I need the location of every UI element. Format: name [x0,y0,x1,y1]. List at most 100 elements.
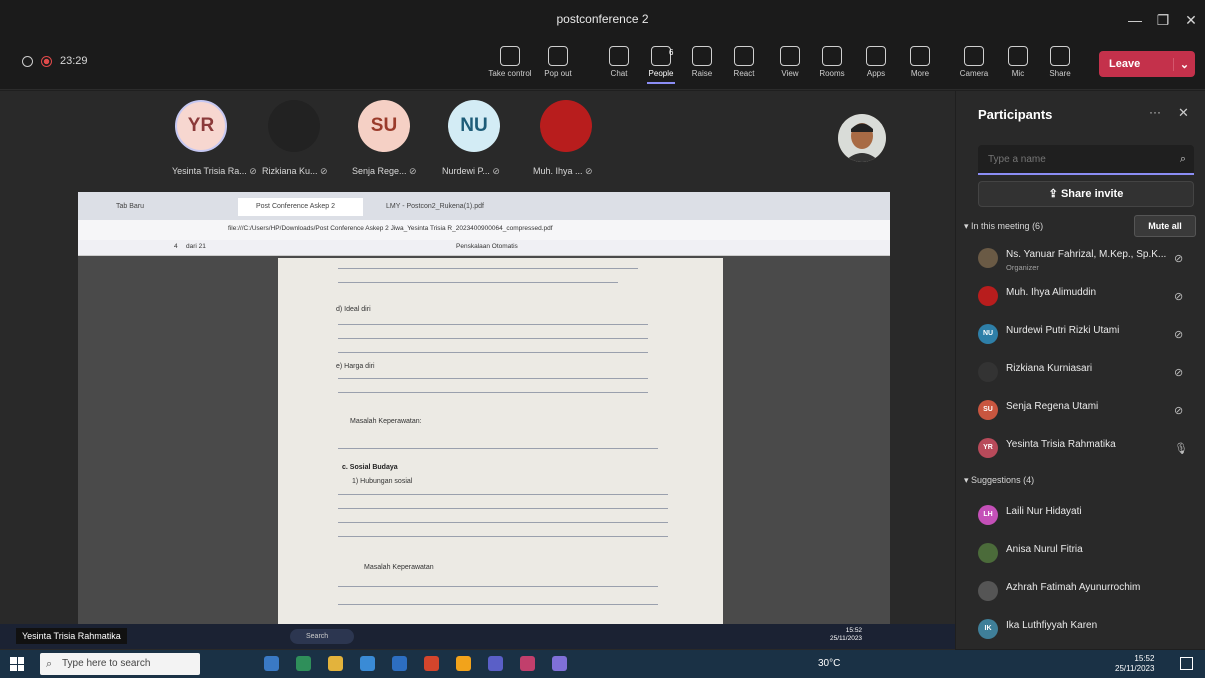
take-control-button[interactable]: Take control [486,46,534,78]
mute-all-button[interactable]: Mute all [1134,215,1196,237]
share-invite-button[interactable]: ⇪ Share invite [978,181,1194,207]
participant-avatar[interactable] [268,100,320,152]
in-meeting-header[interactable]: ▾ In this meeting (6) [964,221,1043,232]
participant-row[interactable]: NU Nurdewi Putri Rizki Utami ⊘ [978,320,1202,350]
windows-start-icon[interactable] [10,657,24,671]
more-options-icon[interactable]: ··· [1149,105,1161,119]
participant-row[interactable]: SU Senja Regena Utami ⊘ [978,396,1202,426]
doc-line: c. Sosial Budaya [342,464,398,471]
participant-search[interactable]: ⌕ [978,145,1194,175]
search-icon: ⌕ [46,658,53,670]
mic-on-icon[interactable]: 🎙 [1174,442,1188,455]
view-button[interactable]: View [766,46,814,78]
pop-out-button[interactable]: Pop out [534,46,582,78]
apps-button[interactable]: Apps [852,46,900,78]
raise-button[interactable]: Raise [678,46,726,78]
suggestion-row[interactable]: Anisa Nurul Fitria [978,539,1202,569]
mic-off-icon[interactable]: ⊘ [1174,290,1183,303]
share-icon [1050,46,1070,66]
close-icon[interactable]: ✕ [1180,9,1202,31]
participant-name: Senja Rege... [352,166,407,176]
pdf-page: d) Ideal diri e) Harga diri Masalah Kepe… [278,258,723,638]
share-button[interactable]: Share [1036,46,1084,78]
mic-off-icon[interactable]: ⊘ [1174,404,1183,417]
shared-screen[interactable]: Tab Baru Post Conference Askep 2 Jiwa_In… [78,192,890,638]
in-meeting-label: In this meeting (6) [971,221,1044,231]
notifications-icon[interactable] [1180,657,1193,670]
page-total: dari 21 [186,243,206,250]
suggestions-header[interactable]: ▾ Suggestions (4) [964,475,1034,486]
people-icon [651,46,671,66]
taskbar-search[interactable]: ⌕ Type here to search [40,653,200,675]
maximize-icon[interactable]: ❐ [1152,9,1174,31]
suggestion-row[interactable]: LH Laili Nur Hidayati [978,501,1202,531]
participant-avatar[interactable]: NU [448,100,500,152]
camera-button[interactable]: Camera [950,46,998,78]
raise-icon [692,46,712,66]
chrome-icon[interactable] [456,656,471,671]
participant-name: Nurdewi Putri Rizki Utami [1006,325,1120,336]
remote-search[interactable]: Search [290,629,354,644]
app-icon[interactable] [360,656,375,671]
browser-tab[interactable]: Tab Baru [98,198,218,216]
panel-title: Participants [978,107,1053,122]
participant-row[interactable]: YR Yesinta Trisia Rahmatika 🎙 [978,434,1202,464]
file-explorer-icon[interactable] [328,656,343,671]
window-title: postconference 2 [556,12,649,26]
mic-button[interactable]: Mic [994,46,1042,78]
shield-icon [22,55,33,67]
word-icon[interactable] [392,656,407,671]
participant-row[interactable]: Ns. Yanuar Fahrizal, M.Kep., Sp.K... Orga… [978,244,1202,274]
participant-name-label: Senja Rege... ⊘ [352,166,417,177]
chat-icon [609,46,629,66]
teams-icon[interactable] [488,656,503,671]
participant-avatar[interactable]: SU [358,100,410,152]
browser-tab-active[interactable]: Post Conference Askep 2 Jiwa_Ini... [238,198,363,228]
mic-off-icon[interactable]: ⊘ [1174,252,1183,265]
participant-role: Organizer [1006,263,1039,272]
avatar-initials: SU [983,406,993,413]
app-icon[interactable] [424,656,439,671]
avatar-initials: IK [984,625,992,632]
participant-row[interactable]: Muh. Ihya Alimuddin ⊘ [978,282,1202,312]
remote-time: 15:52 [845,627,863,634]
task-view-icon[interactable] [264,656,279,671]
leave-button[interactable]: Leave ⌄ [1099,51,1195,77]
minimize-icon[interactable]: — [1124,9,1146,31]
search-input[interactable] [978,145,1194,173]
close-panel-icon[interactable]: ✕ [1178,105,1189,121]
chevron-down-icon[interactable]: ⌄ [1173,57,1195,71]
share-invite-label: Share invite [1060,188,1124,200]
raise-label: Raise [691,69,713,78]
doc-line: Masalah Keperawatan [364,564,434,571]
more-button[interactable]: More [896,46,944,78]
mic-off-icon[interactable]: ⊘ [1174,328,1183,341]
avatar: IK [978,619,998,639]
app-icon[interactable] [552,656,567,671]
remote-clock: 15:52 25/11/2023 [830,627,862,643]
suggestion-row[interactable]: IK Ika Luthfiyyah Karen [978,615,1202,645]
participant-row[interactable]: Rizkiana Kurniasari ⊘ [978,358,1202,388]
react-button[interactable]: React [720,46,768,78]
mic-off-icon: ⊘ [406,166,417,176]
taskbar-search-text: Type here to search [62,658,151,669]
mic-off-icon[interactable]: ⊘ [1174,366,1183,379]
app-icon[interactable] [296,656,311,671]
rooms-button[interactable]: Rooms [808,46,856,78]
avatar-initials: YR [983,444,993,451]
weather-text[interactable]: 30°C [818,658,840,669]
participant-avatar[interactable] [540,100,592,152]
browser-tab[interactable]: LMY - Postcon2_Rukena(1).pdf [368,198,498,216]
meeting-timer: 23:29 [22,55,88,67]
participant-avatar[interactable]: YR [175,100,227,152]
clock[interactable]: 15:52 25/11/2023 [1115,654,1154,674]
app-icon[interactable] [520,656,535,671]
zoom-select: Penskalaan Otomatis [456,243,518,250]
view-icon [780,46,800,66]
rooms-label: Rooms [819,69,845,78]
camera-icon [964,46,984,66]
self-video[interactable] [838,114,886,162]
chat-button[interactable]: Chat [595,46,643,78]
tab-label: LMY - Postcon2_Rukena(1).pdf [386,203,484,210]
suggestion-row[interactable]: Azhrah Fatimah Ayunurrochim [978,577,1202,607]
